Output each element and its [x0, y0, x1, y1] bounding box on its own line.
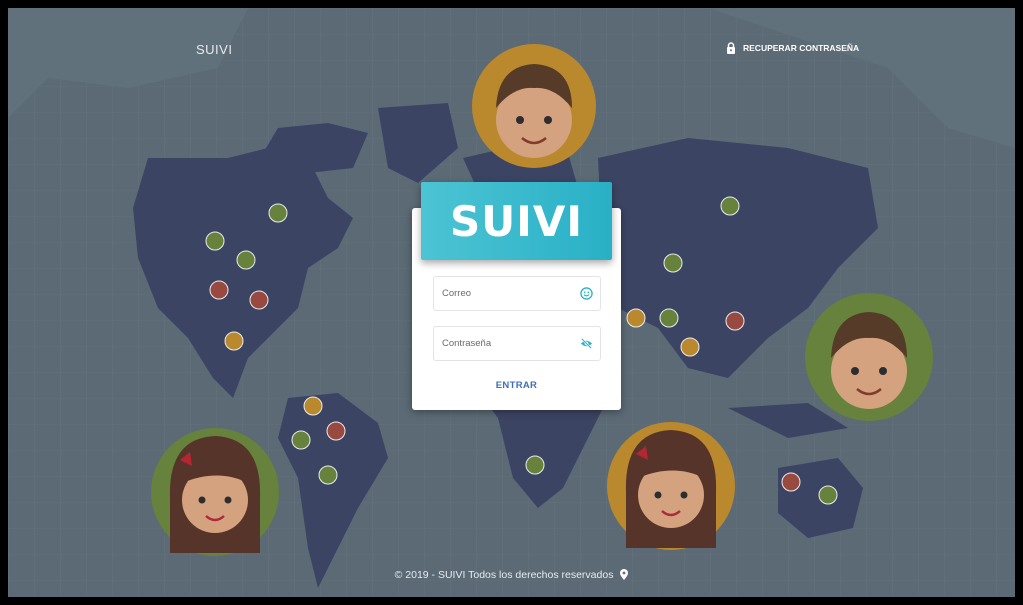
map-pin-icon: [620, 569, 629, 580]
email-input[interactable]: [440, 277, 579, 310]
header-brand: SUIVI: [196, 42, 233, 57]
suivi-logo: SUIVI: [421, 182, 612, 260]
password-input[interactable]: [440, 327, 579, 360]
footer-copyright: © 2019 - SUIVI Todos los derechos reserv…: [394, 569, 614, 581]
logo-text: SUIVI: [449, 196, 584, 246]
smiley-icon: [580, 287, 593, 300]
eye-off-icon[interactable]: [580, 337, 593, 350]
recover-password-label: RECUPERAR CONTRASEÑA: [743, 43, 860, 53]
footer: © 2019 - SUIVI Todos los derechos reserv…: [8, 569, 1015, 581]
app-frame: SUIVI RECUPERAR CONTRASEÑA SUIVI ENTRAR: [8, 8, 1015, 597]
lock-icon: [727, 42, 735, 54]
email-field[interactable]: [433, 276, 601, 311]
login-submit-button[interactable]: ENTRAR: [412, 380, 621, 391]
recover-password-link[interactable]: RECUPERAR CONTRASEÑA: [726, 42, 859, 54]
password-field[interactable]: [433, 326, 601, 361]
